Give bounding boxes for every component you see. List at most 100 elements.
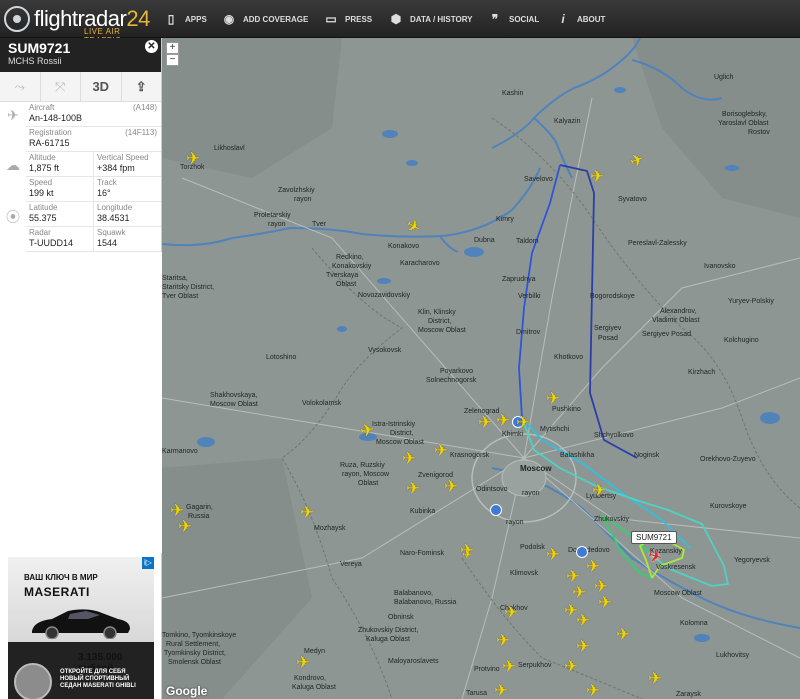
place-label: rayon <box>268 221 286 228</box>
nav-apps[interactable]: ▯ APPS <box>164 0 207 38</box>
quote-icon: ❞ <box>491 12 499 26</box>
aircraft-marker[interactable]: ✈ <box>576 612 590 629</box>
follow-button[interactable]: ⤧ <box>41 72 81 101</box>
place-label: Proletarskiy <box>254 212 291 219</box>
place-label: Obninsk <box>388 614 414 621</box>
place-label: Pereslavl-Zalessky <box>628 240 687 247</box>
aircraft-marker[interactable]: ✈ <box>598 594 612 611</box>
place-label: Taldom <box>516 238 539 245</box>
ad-choices-icon[interactable]: i▷ <box>142 557 154 569</box>
aircraft-marker[interactable]: ✈ <box>300 504 314 521</box>
place-label: Zaraysk <box>676 691 701 698</box>
place-label: Borisoglebsky, <box>722 111 768 118</box>
aircraft-marker[interactable]: ✈ <box>462 549 472 561</box>
place-label: Volokolamsk <box>302 400 342 407</box>
flight-map[interactable]: + − Kashin Kalyazin Likhoslavl Torzhok Uglic… <box>162 38 800 699</box>
airport-pin-domodedovo[interactable] <box>576 546 588 558</box>
aircraft-marker[interactable]: ✈ <box>358 420 375 441</box>
place-label: Poyarkovo <box>440 368 474 375</box>
place-label: Smolensk Oblast <box>168 659 221 666</box>
aircraft-marker[interactable]: ✈ <box>648 670 662 687</box>
selected-flight-label[interactable]: SUM9721 <box>631 531 677 544</box>
nav-press[interactable]: ▭ PRESS <box>324 0 372 38</box>
aircraft-marker[interactable]: ✈ <box>586 558 600 575</box>
zoom-out-button[interactable]: − <box>166 54 179 66</box>
aircraft-marker[interactable]: ✈ <box>564 658 578 675</box>
airline-name: MCHS Rossii <box>8 56 62 66</box>
aircraft-marker[interactable]: ✈ <box>576 638 590 655</box>
longitude-value: 38.4531 <box>97 213 130 223</box>
place-label: Bogorodskoye <box>590 293 635 300</box>
aircraft-marker[interactable]: ✈ <box>444 478 458 495</box>
place-label: Zhukovskiy District, <box>358 627 419 634</box>
aircraft-marker[interactable]: ✈ <box>478 414 492 431</box>
place-label: Tver Oblast <box>162 293 199 300</box>
radar-dish-icon: ⦿ <box>6 209 20 225</box>
place-label: Oblast <box>358 480 379 487</box>
share-button[interactable]: ⇪ <box>122 72 162 101</box>
place-label: rayon <box>294 196 312 203</box>
eye-icon: ◉ <box>223 12 235 26</box>
aircraft-marker[interactable]: ✈ <box>546 546 560 563</box>
place-label: Novozavidovskiy <box>358 292 411 299</box>
place-label: Solnechnogorsk <box>426 377 477 384</box>
aircraft-marker[interactable]: ✈ <box>616 626 630 643</box>
place-label: Kirzhach <box>688 369 716 376</box>
advertisement[interactable]: i▷ ВАШ КЛЮЧ В МИР MASERATI Цены, начиная… <box>0 553 162 699</box>
aircraft-marker[interactable]: ✈ <box>178 518 192 535</box>
place-label: Balabanovo, Russia <box>394 599 457 606</box>
place-label: Kalyazin <box>554 118 581 125</box>
aircraft-marker[interactable]: ✈ <box>586 682 600 699</box>
car-image <box>32 609 130 639</box>
airport-pin-vnukovo[interactable] <box>490 504 502 516</box>
place-label: Staritsa, <box>162 275 188 282</box>
radar-row: Radar T-UUDD14 Squawk 1544 <box>26 227 161 252</box>
nav-about[interactable]: i ABOUT <box>556 0 605 38</box>
place-label: Balashikha <box>560 452 595 459</box>
place-label: Tomkino, Tyomkinskoye <box>162 632 237 639</box>
place-label: Sergiyev Posad <box>642 331 692 338</box>
aircraft-marker[interactable]: ✈ <box>504 604 518 621</box>
share-icon: ⇪ <box>135 78 147 94</box>
aircraft-marker[interactable]: ✈ <box>516 414 530 431</box>
aircraft-marker[interactable]: ✈ <box>590 168 604 185</box>
aircraft-marker[interactable]: ✈ <box>402 450 416 467</box>
aircraft-marker[interactable]: ✈ <box>296 654 310 671</box>
aircraft-row: Aircraft (A148) An-148-100B <box>26 102 161 127</box>
flightradar24-logo[interactable]: flightradar24 LIVE AIR TRAFFIC <box>4 2 150 45</box>
aircraft-marker[interactable]: ✈ <box>434 442 448 459</box>
route-icon: ⤳ <box>14 78 25 94</box>
place-label: Ruza, Ruzskiy <box>340 462 385 469</box>
aircraft-marker[interactable]: ✈ <box>592 482 606 499</box>
nav-about-label: ABOUT <box>577 14 606 24</box>
place-label: Vereya <box>340 561 362 568</box>
aircraft-marker[interactable]: ✈ <box>496 632 510 649</box>
nav-social[interactable]: ❞ SOCIAL <box>488 0 539 38</box>
aircraft-marker[interactable]: ✈ <box>502 658 516 675</box>
3d-view-button[interactable]: 3D <box>81 72 122 101</box>
zoom-in-button[interactable]: + <box>166 42 179 54</box>
aircraft-marker[interactable]: ✈ <box>494 682 508 699</box>
place-label: Istra-Istrinskiy <box>372 421 416 428</box>
aircraft-marker[interactable]: ✈ <box>572 584 586 601</box>
radar-value: T-UUDD14 <box>29 238 74 248</box>
route-button[interactable]: ⤳ <box>0 72 41 101</box>
close-panel-button[interactable]: ✕ <box>145 40 158 53</box>
aircraft-marker[interactable]: ✈ <box>406 480 420 497</box>
place-label: Kubinka <box>410 508 436 515</box>
place-label: Balabanovo, <box>394 590 433 597</box>
place-label: Rural Settlement, <box>166 641 221 648</box>
latitude-label: Latitude <box>29 203 58 212</box>
aircraft-marker[interactable]: ✈ <box>496 412 510 429</box>
place-label: Krasnogorsk <box>450 452 490 459</box>
box-icon: ⬢ <box>390 12 402 26</box>
panel-toolbar: ⤳ ⤧ 3D ⇪ <box>0 72 161 102</box>
aircraft-marker[interactable]: ✈ <box>546 390 560 407</box>
place-label: Tarusa <box>466 690 488 697</box>
place-label: Savelovo <box>524 176 553 183</box>
maserati-ad-banner[interactable]: i▷ ВАШ КЛЮЧ В МИР MASERATI Цены, начиная… <box>8 557 154 699</box>
place-label: Gagarin, <box>186 504 213 511</box>
nav-data-history[interactable]: ⬢ DATA / HISTORY <box>389 0 473 38</box>
nav-add-coverage[interactable]: ◉ ADD COVERAGE <box>222 0 309 38</box>
aircraft-marker[interactable]: ✈ <box>186 150 200 167</box>
